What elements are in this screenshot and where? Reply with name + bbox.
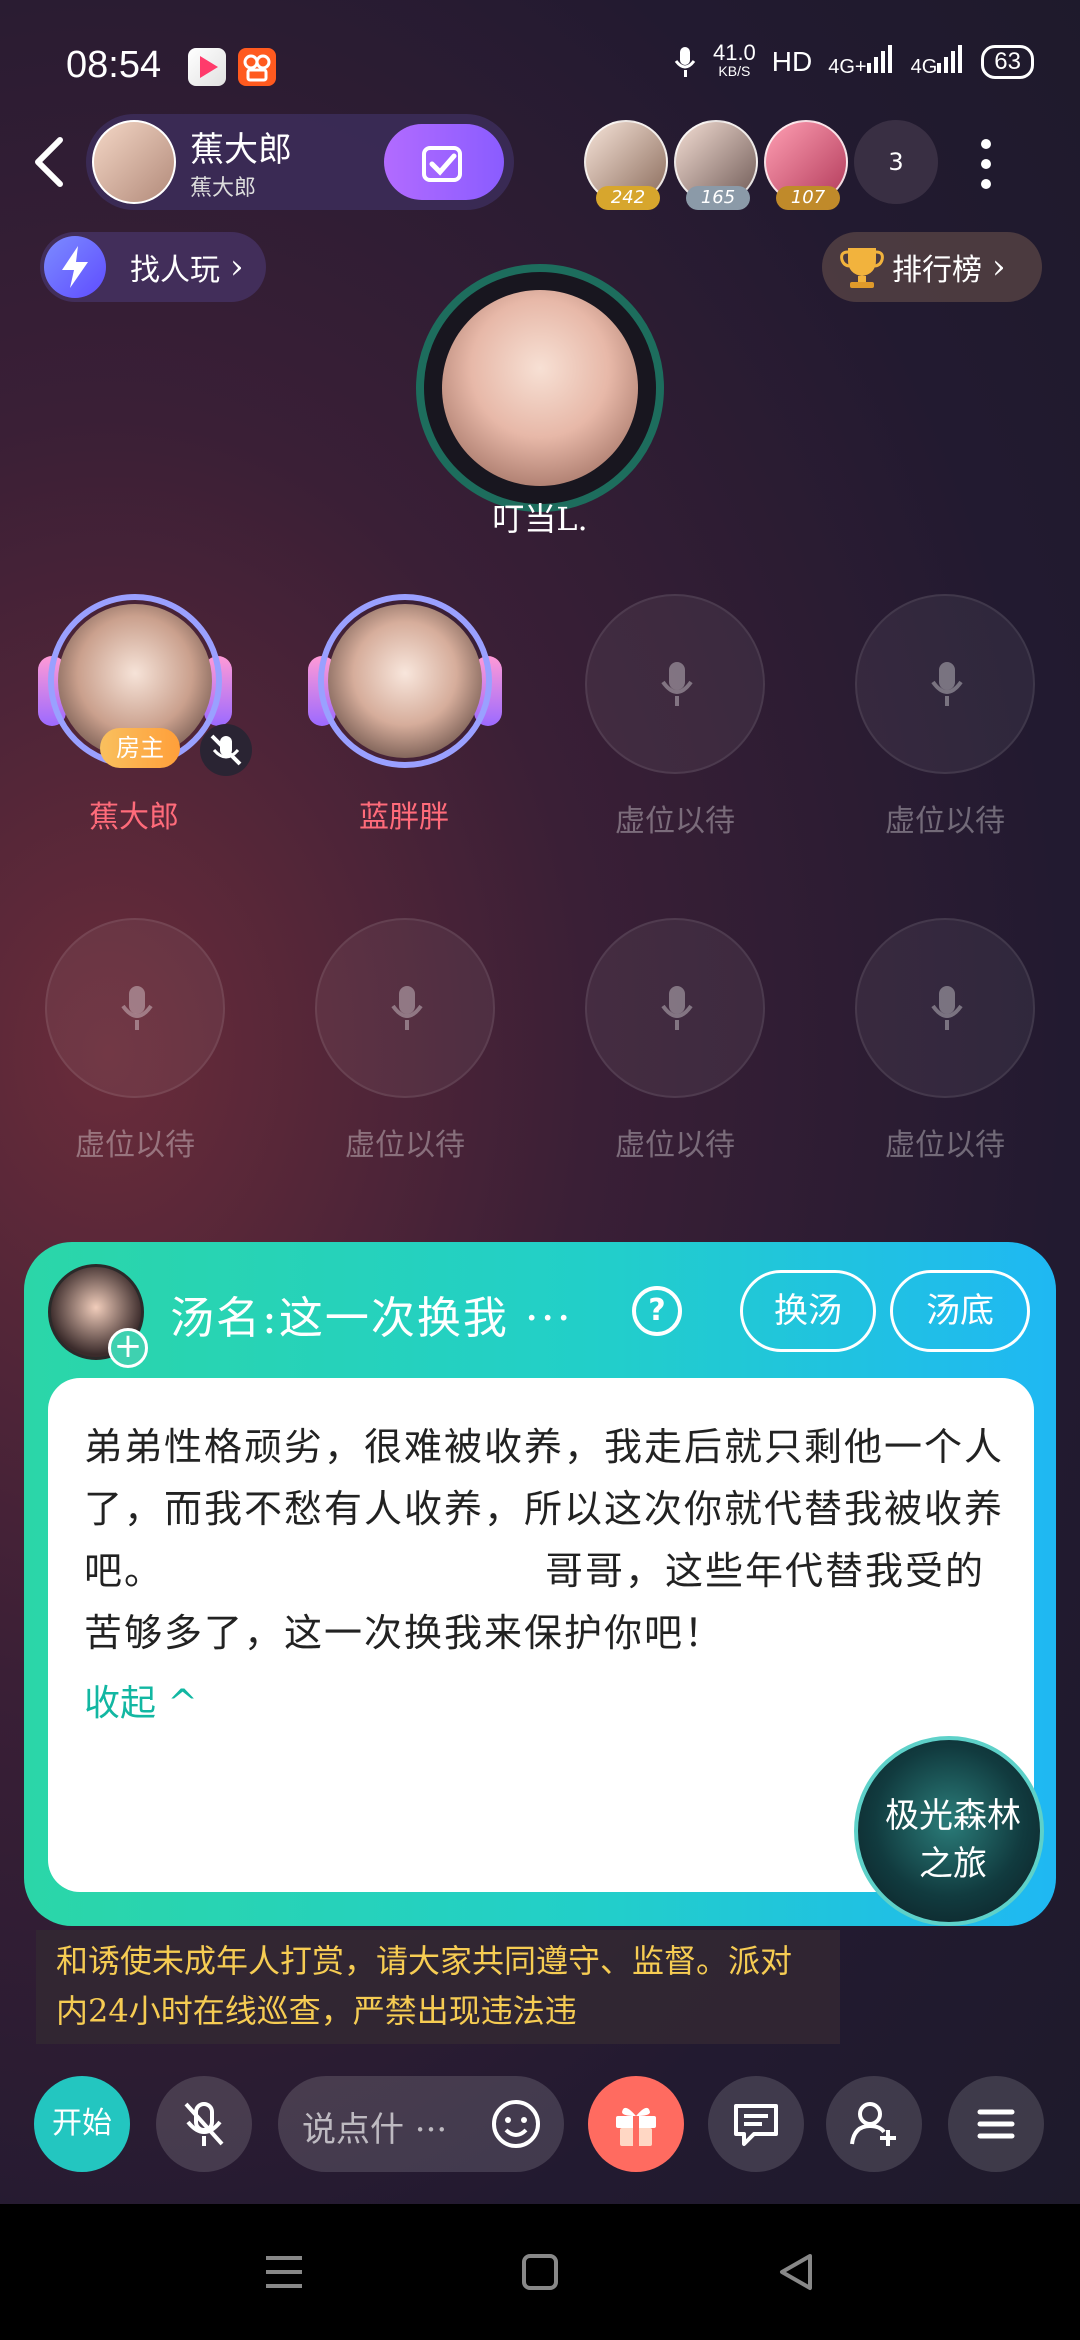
game-logo-line2: 之旅 xyxy=(919,1844,987,1884)
chat-input-placeholder: 说点什 ··· xyxy=(302,2110,448,2150)
seat-2-avatar xyxy=(328,604,482,758)
empty-seat-label: 虚位以待 xyxy=(345,1128,465,1163)
gift-button[interactable] xyxy=(588,2076,684,2172)
soup-answer-button[interactable]: 汤底 xyxy=(890,1270,1030,1352)
soup-title: 汤名:这一次换我 ··· xyxy=(170,1293,573,1344)
game-logo-line1: 极光森林 xyxy=(885,1796,1021,1836)
empty-seat-label: 虚位以待 xyxy=(75,1128,195,1163)
story-text: 弟弟性格顽劣，很难被收养，我走后就只剩他一个人了，而我不愁有人收养，所以这次你就… xyxy=(84,1425,1005,1655)
hamburger-menu-icon xyxy=(977,2109,1015,2139)
host-avatar xyxy=(442,290,638,486)
more-options-icon[interactable] xyxy=(976,136,996,192)
back-nav-icon[interactable] xyxy=(776,2252,816,2292)
bottom-toolbar: 开始 说点什 ··· xyxy=(0,2060,1080,2200)
microphone-icon xyxy=(391,986,423,1030)
message-icon xyxy=(734,2104,778,2146)
viewer-avatar-2[interactable]: 165 xyxy=(674,120,758,210)
battery-indicator: 63 xyxy=(981,45,1034,79)
collapse-button[interactable]: 收起 ^ xyxy=(84,1674,198,1726)
seat-2-name: 蓝胖胖 xyxy=(359,800,449,835)
online-count-button[interactable]: 3 xyxy=(854,120,938,204)
room-owner-badge: 房主 xyxy=(100,728,180,768)
platform-notice: 和诱使未成年人打赏，请大家共同遵守、监督。派对内24小时在线巡查，严禁出现违法违 xyxy=(36,1930,840,2044)
leaderboard-label: 排行榜 xyxy=(892,253,982,288)
chat-input[interactable]: 说点什 ··· xyxy=(278,2076,564,2172)
add-user-icon xyxy=(850,2102,896,2146)
mic-off-icon xyxy=(184,2102,224,2146)
empty-seat-4[interactable] xyxy=(855,594,1035,774)
signal-4g: 4G xyxy=(911,45,966,79)
microphone-icon xyxy=(931,986,963,1030)
empty-seat-8[interactable] xyxy=(855,918,1035,1098)
microphone-icon xyxy=(121,986,153,1030)
empty-seat-7[interactable] xyxy=(585,918,765,1098)
chevron-right-icon: › xyxy=(992,247,1006,287)
soup-game-card: + 汤名:这一次换我 ··· ? 换汤 汤底 弟弟性格顽劣，很难被收养，我走后就… xyxy=(24,1242,1056,1926)
net-speed-unit: KB/S xyxy=(718,63,751,79)
gift-icon xyxy=(616,2107,656,2146)
follow-plus-icon[interactable]: + xyxy=(108,1328,148,1368)
video-app-icon xyxy=(188,48,226,86)
clock: 08:54 xyxy=(66,44,162,86)
status-bar: 08:54 41.0 KB/S HD 4G+ 4G 63 xyxy=(0,0,1080,120)
viewer-contribution-1: 242 xyxy=(596,186,660,210)
follow-room-button[interactable] xyxy=(384,124,504,200)
room-owner-avatar xyxy=(92,120,176,204)
home-icon[interactable] xyxy=(520,2252,560,2292)
help-icon[interactable]: ? xyxy=(632,1286,682,1336)
menu-button[interactable] xyxy=(948,2076,1044,2172)
viewer-avatar-3[interactable]: 107 xyxy=(764,120,848,210)
net-speed-value: 41.0 xyxy=(712,40,756,65)
empty-seat-label: 虚位以待 xyxy=(885,804,1005,839)
mic-status-icon xyxy=(674,47,696,77)
find-players-label: 找人玩 xyxy=(130,253,220,288)
game-logo[interactable]: 极光森林 之旅 xyxy=(854,1736,1044,1926)
leaderboard-button[interactable]: 排行榜 › xyxy=(822,232,1042,302)
seat-1[interactable]: 房主 xyxy=(38,586,252,776)
chevron-right-icon: › xyxy=(230,247,244,287)
empty-seat-5[interactable] xyxy=(45,918,225,1098)
seat-2[interactable] xyxy=(308,586,502,776)
find-players-button[interactable]: 找人玩 › xyxy=(40,232,266,302)
room-header: 蕉大郎 蕉大郎 242 165 107 3 xyxy=(0,112,1080,212)
messages-button[interactable] xyxy=(708,2076,804,2172)
emoji-icon[interactable] xyxy=(490,2098,542,2150)
hd-indicator: HD xyxy=(771,46,813,77)
room-info-chip[interactable]: 蕉大郎 蕉大郎 xyxy=(86,114,514,210)
empty-seat-label: 虚位以待 xyxy=(615,804,735,839)
viewer-contribution-2: 165 xyxy=(686,186,750,210)
host-name: 叮当L. xyxy=(492,500,588,538)
signal-4gplus: 4G+ xyxy=(828,45,894,79)
start-button[interactable]: 开始 xyxy=(34,2076,130,2172)
system-navigation-bar xyxy=(0,2204,1080,2340)
muted-mic-icon xyxy=(200,724,252,776)
room-name: 蕉大郎 xyxy=(190,130,292,170)
microphone-icon xyxy=(931,662,963,706)
empty-seat-label: 虚位以待 xyxy=(615,1128,735,1163)
invite-user-button[interactable] xyxy=(826,2076,922,2172)
checkbox-icon xyxy=(422,146,462,182)
microphone-icon xyxy=(661,662,693,706)
viewer-avatar-1[interactable]: 242 xyxy=(584,120,668,210)
microphone-icon xyxy=(661,986,693,1030)
viewer-contribution-3: 107 xyxy=(776,186,840,210)
swap-soup-button[interactable]: 换汤 xyxy=(740,1270,876,1352)
lightning-icon xyxy=(44,236,106,298)
recent-apps-icon[interactable] xyxy=(262,2252,306,2292)
room-subtitle: 蕉大郎 xyxy=(190,176,257,201)
kuaishou-app-icon xyxy=(238,48,276,86)
back-arrow-icon[interactable] xyxy=(30,134,70,190)
trophy-icon xyxy=(840,248,884,288)
status-right: 41.0 KB/S HD 4G+ 4G 63 xyxy=(673,40,1034,80)
empty-seat-label: 虚位以待 xyxy=(885,1128,1005,1163)
host-seat[interactable] xyxy=(416,264,664,512)
seat-1-name: 蕉大郎 xyxy=(89,800,179,835)
empty-seat-6[interactable] xyxy=(315,918,495,1098)
empty-seat-3[interactable] xyxy=(585,594,765,774)
mic-toggle-button[interactable] xyxy=(156,2076,252,2172)
